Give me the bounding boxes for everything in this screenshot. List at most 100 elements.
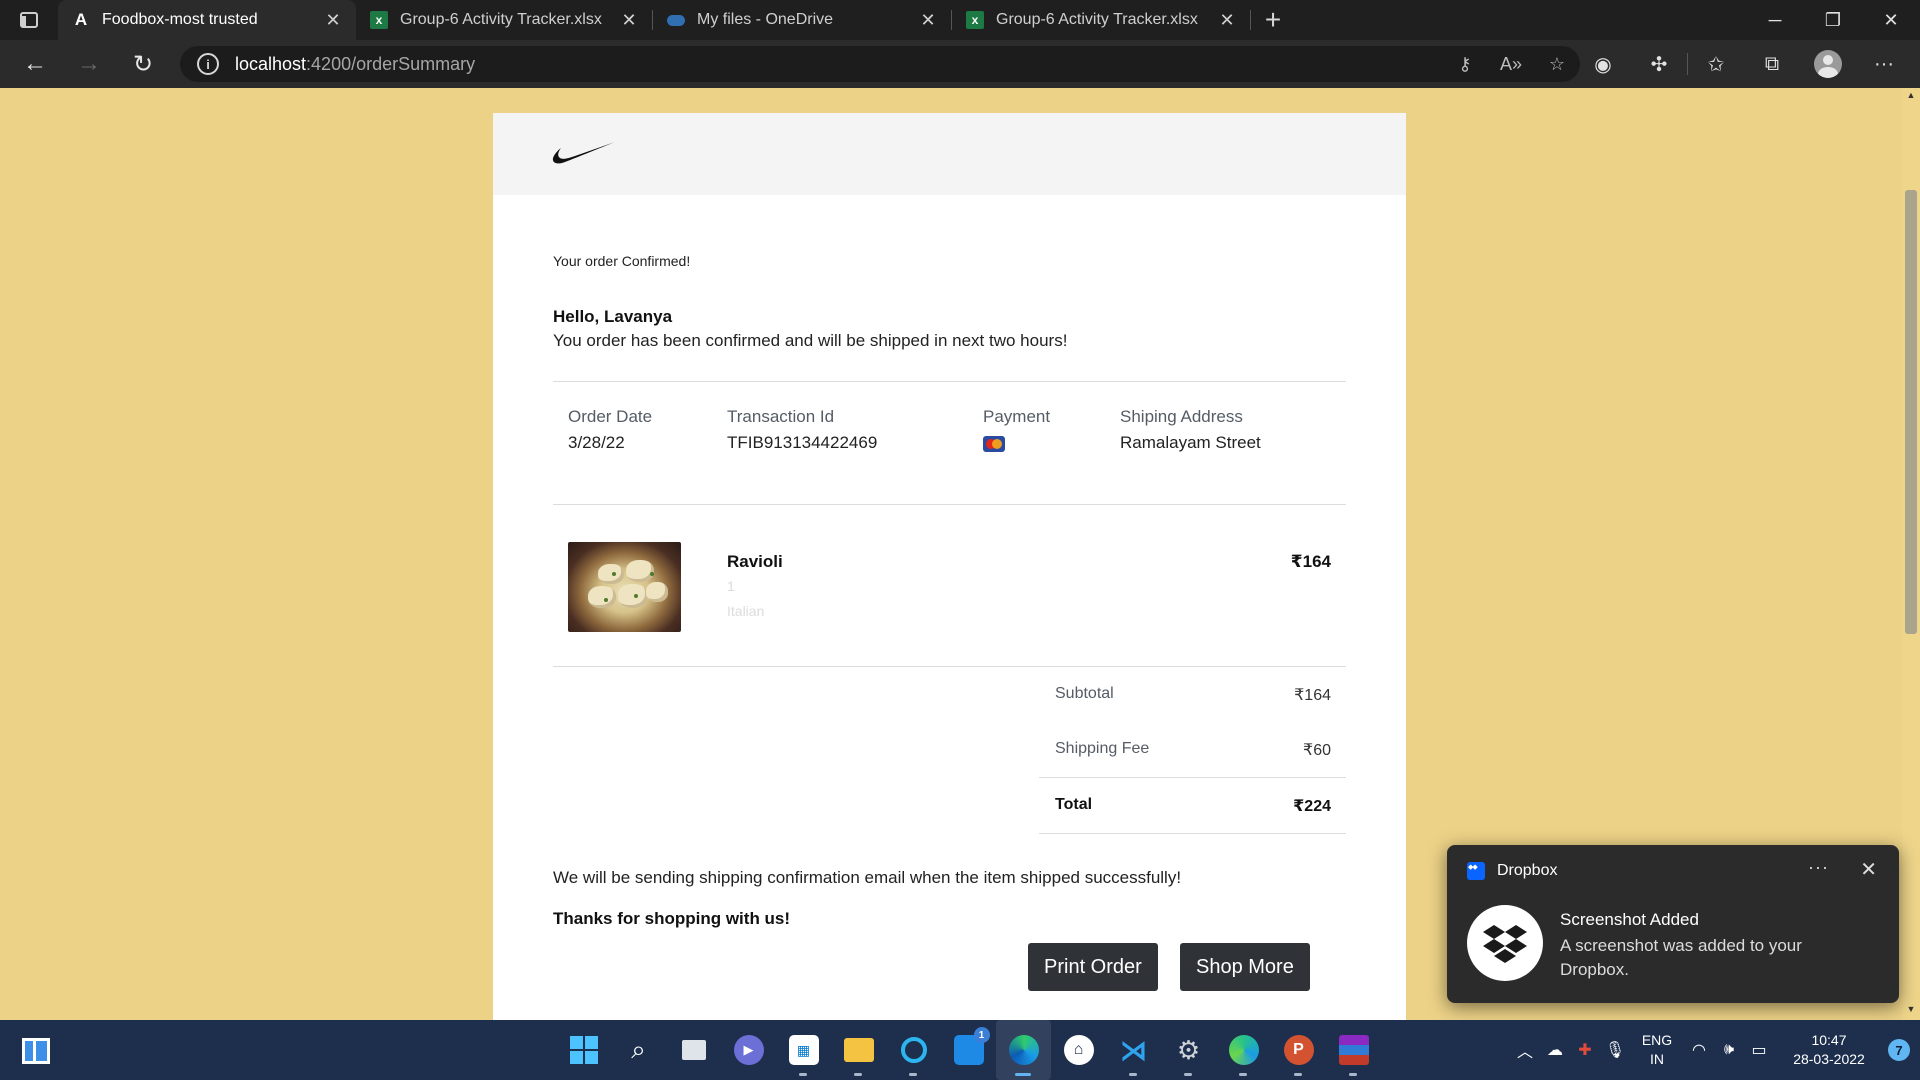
search-button[interactable]: ⌕ [611,1020,666,1080]
item-quantity: 1 [727,578,735,594]
divider [1039,833,1346,834]
address-bar[interactable]: i localhost:4200/orderSummary ⚷ A» ☆ [180,46,1580,82]
webex-icon [1228,1035,1259,1065]
price-summary: Subtotal ₹164 Shipping Fee ₹60 Total ₹22… [1039,667,1346,834]
antivirus-icon[interactable]: ✚ [1570,1040,1600,1060]
order-summary-card: Your order Confirmed! Hello, Lavanya You… [493,113,1406,1020]
favorites-icon[interactable]: ✩ [1688,40,1744,88]
restore-button[interactable]: ❐ [1804,0,1862,40]
print-order-button[interactable]: Print Order [1028,943,1158,991]
vscode-button[interactable]: ⋊ [1106,1020,1161,1080]
item-price: ₹164 [1290,552,1331,571]
total-value: ₹224 [1293,798,1331,815]
new-tab-button[interactable]: + [1251,0,1295,40]
close-icon[interactable]: ✕ [324,10,342,30]
task-view-button[interactable] [666,1020,721,1080]
window-close-button[interactable]: ✕ [1862,0,1920,40]
edge-button[interactable] [996,1020,1051,1080]
excel-icon: x [966,11,984,29]
notification-center-badge[interactable]: 7 [1888,1039,1910,1061]
address-value: Ramalayam Street [1120,433,1261,452]
card-header [493,113,1406,195]
shipping-note: We will be sending shipping confirmation… [553,868,1182,887]
mastercard-icon [983,436,1005,452]
settings-button[interactable]: ⚙ [1161,1020,1216,1080]
cortana-icon [900,1037,927,1063]
url-host: localhost [235,53,307,74]
more-options-icon[interactable]: ··· [1856,40,1912,88]
scroll-down-icon[interactable]: ▼ [1902,1004,1920,1018]
transaction-block: Transaction Id TFIB913134422469 [727,407,877,453]
record-icon[interactable]: ◉ [1575,40,1631,88]
widgets-icon[interactable] [22,1038,50,1064]
system-tray: ︿ ☁ ✚ 🎙︎ ENG IN ◠ 🕪︎ ▭ 10:47 28-03-2022 … [1510,1020,1920,1080]
url-path: :4200/orderSummary [306,53,476,74]
volume-icon[interactable]: 🕪︎ [1714,1041,1744,1059]
add-favorite-icon[interactable]: ☆ [1534,54,1580,75]
language-region: IN [1650,1051,1664,1067]
winrar-button[interactable] [1326,1020,1381,1080]
input-language[interactable]: ENG IN [1630,1031,1684,1069]
refresh-button[interactable]: ↻ [116,40,170,88]
search-icon: ⌕ [631,1034,646,1064]
shop-more-button[interactable]: Shop More [1180,943,1310,991]
browser-toolbar: ← → ↻ i localhost:4200/orderSummary ⚷ A»… [0,40,1920,88]
wifi-icon[interactable]: ◠ [1684,1040,1714,1060]
address-bar-actions: ⚷ A» ☆ [1442,46,1580,82]
dropbox-icon [1467,862,1485,880]
tab-actions-button[interactable] [0,0,58,40]
payment-label: Payment [983,407,1051,426]
notification-more-button[interactable]: ··· [1808,857,1829,878]
scroll-up-icon[interactable]: ▲ [1902,90,1920,104]
tab-activity-tracker-2[interactable]: x Group-6 Activity Tracker.xlsx ✕ [952,0,1250,40]
onedrive-icon [667,11,685,29]
tab-title: Foodbox-most trusted [102,11,258,28]
close-icon[interactable]: ✕ [620,10,638,30]
github-button[interactable]: ⌂ [1051,1020,1106,1080]
teams-chat-button[interactable]: ▶ [721,1020,776,1080]
page-scrollbar[interactable]: ▲ ▼ [1902,88,1920,1020]
tab-title: Group-6 Activity Tracker.xlsx [400,11,602,28]
browser-tab-strip: A Foodbox-most trusted ✕ x Group-6 Activ… [0,0,1920,40]
address-block: Shiping Address Ramalayam Street [1120,407,1261,453]
tab-onedrive[interactable]: My files - OneDrive ✕ [653,0,951,40]
store-button[interactable]: ▦ [776,1020,831,1080]
messenger-badge: 1 [973,1027,990,1043]
collections-icon[interactable]: ⧉ [1744,40,1800,88]
task-view-icon [681,1040,706,1060]
dropbox-notification[interactable]: Dropbox ··· ✕ Screenshot Added A screens… [1447,845,1899,1003]
start-button[interactable] [556,1020,611,1080]
read-aloud-icon[interactable]: A» [1488,54,1534,75]
chevron-up-icon[interactable]: ︿ [1510,1038,1540,1062]
greeting: Hello, Lavanya [553,307,673,326]
close-icon[interactable]: ✕ [1218,10,1236,30]
battery-icon[interactable]: ▭ [1744,1040,1774,1060]
store-icon: ▦ [788,1035,819,1065]
extensions-icon[interactable]: ✣ [1631,40,1687,88]
profile-button[interactable] [1800,40,1856,88]
taskbar-apps: ⌕ ▶ ▦ 1 ⌂ ⋊ ⚙ P [556,1020,1381,1080]
shipping-fee-row: Shipping Fee ₹60 [1039,722,1346,777]
order-date-value: 3/28/22 [568,433,625,452]
powerpoint-button[interactable]: P [1271,1020,1326,1080]
forward-button[interactable]: → [62,40,116,88]
scrollbar-thumb[interactable] [1905,190,1917,634]
messenger-button[interactable]: 1 [941,1020,996,1080]
back-button[interactable]: ← [8,40,62,88]
key-icon[interactable]: ⚷ [1442,54,1488,75]
microphone-icon[interactable]: 🎙︎ [1600,1040,1630,1060]
tab-foodbox[interactable]: A Foodbox-most trusted ✕ [58,0,356,40]
clock[interactable]: 10:47 28-03-2022 [1774,1031,1884,1069]
onedrive-sync-icon[interactable]: ☁ [1540,1040,1570,1060]
site-info-icon[interactable]: i [197,53,219,75]
notification-app: Dropbox [1467,862,1557,880]
thanks-message: Thanks for shopping with us! [553,909,791,928]
notification-close-button[interactable]: ✕ [1860,857,1877,882]
file-explorer-button[interactable] [831,1020,886,1080]
minimize-button[interactable]: ─ [1746,0,1804,40]
payment-block: Payment [983,407,1050,457]
cortana-button[interactable] [886,1020,941,1080]
close-icon[interactable]: ✕ [919,10,937,30]
tab-activity-tracker-1[interactable]: x Group-6 Activity Tracker.xlsx ✕ [356,0,652,40]
webex-button[interactable] [1216,1020,1271,1080]
